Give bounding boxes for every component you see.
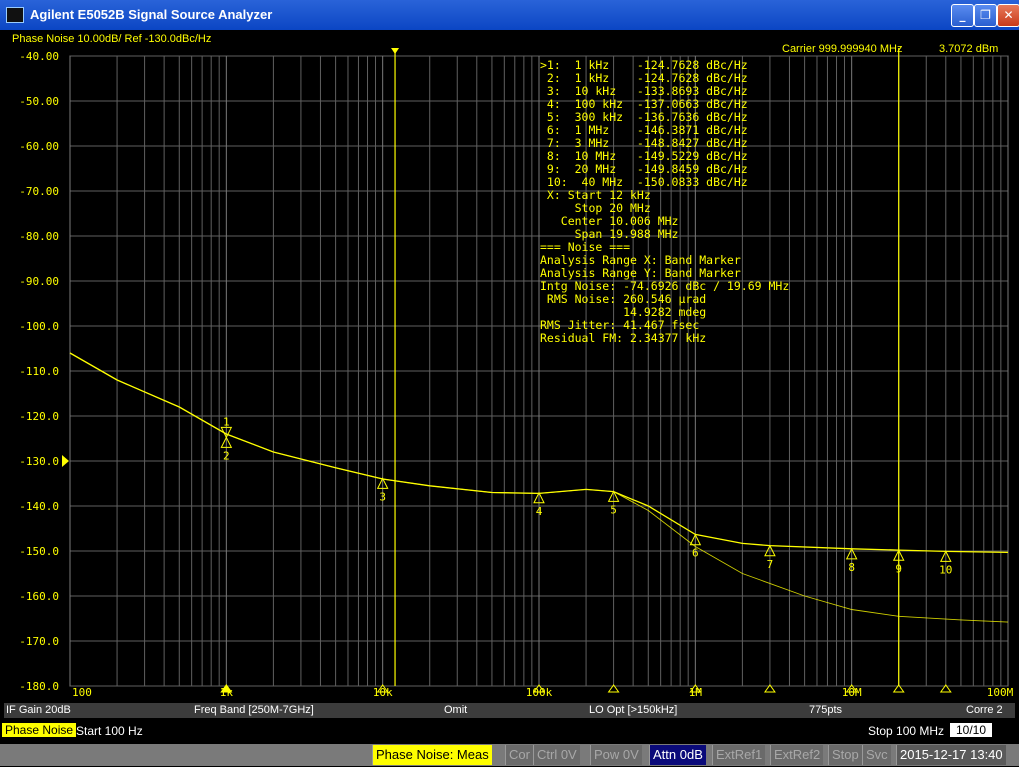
y-tick-label: -130.0 <box>19 455 59 468</box>
marker-readout-line: 2: 1 kHz -124.7628 dBc/Hz <box>540 71 748 85</box>
marker-readout-line: X: Start 12 kHz <box>540 188 651 202</box>
measurement-status: Phase Noise: Meas <box>372 745 492 765</box>
app-icon <box>6 7 24 23</box>
extref2-indicator: ExtRef2 <box>770 745 824 765</box>
marker-3-label: 3 <box>379 490 386 503</box>
close-button[interactable]: ✕ <box>997 4 1019 27</box>
marker-readout-line: 8: 10 MHz -149.5229 dBc/Hz <box>540 149 748 163</box>
start-frequency[interactable]: Start 100 Hz <box>76 724 143 738</box>
correlation-status[interactable]: Corre 2 <box>966 704 1003 716</box>
marker-readout-line: Stop 20 MHz <box>540 201 651 215</box>
minimize-button[interactable]: _ <box>951 4 974 27</box>
marker-readout-line: RMS Noise: 260.546 µrad <box>540 292 706 306</box>
marker-readout-line: 7: 3 MHz -148.8427 dBc/Hz <box>540 136 748 150</box>
band-start-flag <box>391 48 400 54</box>
marker-readout-line: >1: 1 kHz -124.7628 dBc/Hz <box>540 58 748 72</box>
marker-readout-line: Center 10.006 MHz <box>540 214 678 228</box>
marker-readout-line: 3: 10 kHz -133.8693 dBc/Hz <box>540 84 748 98</box>
sweep-status-bar: Phase Noise Start 100 Hz Stop 100 MHz 10… <box>0 722 1019 740</box>
marker-5-label: 5 <box>610 503 617 516</box>
marker-4-label: 4 <box>536 505 543 518</box>
cor-indicator: Cor <box>505 745 533 765</box>
y-tick-label: -180.0 <box>19 680 59 693</box>
y-tick-label: -80.00 <box>19 230 59 243</box>
y-tick-label: -160.0 <box>19 590 59 603</box>
y-tick-label: -140.0 <box>19 500 59 513</box>
instrument-status-bar: Phase Noise: Meas Cor Ctrl 0V Pow 0V Att… <box>0 744 1019 766</box>
reference-level-arrow <box>62 455 69 467</box>
marker-7-label: 7 <box>767 558 774 571</box>
extref1-indicator: ExtRef1 <box>712 745 766 765</box>
lo-opt-status[interactable]: LO Opt [>150kHz] <box>589 704 677 716</box>
x-tick-label: 100 <box>72 686 92 699</box>
phase-noise-chart[interactable]: -40.00 -50.00 -60.00 -70.00 -80.00 -90.00 -100… <box>0 40 1019 702</box>
window-title: Agilent E5052B Signal Source Analyzer <box>30 7 273 22</box>
power-voltage-indicator: Pow 0V <box>590 745 642 765</box>
marker-10-label: 10 <box>939 563 952 576</box>
marker-readout-line: Residual FM: 2.34377 kHz <box>540 331 706 345</box>
svc-indicator: Svc <box>862 745 891 765</box>
omit-status[interactable]: Omit <box>444 704 467 716</box>
marker-8-label: 8 <box>848 561 855 574</box>
y-tick-label: -170.0 <box>19 635 59 648</box>
marker-readout-line: 5: 300 kHz -136.7636 dBc/Hz <box>540 110 748 124</box>
stop-indicator: Stop <box>828 745 862 765</box>
stop-frequency[interactable]: Stop 100 MHz <box>868 724 944 738</box>
x-tick-label: 100M <box>987 686 1014 699</box>
y-tick-label: -50.00 <box>19 95 59 108</box>
settings-status-bar: IF Gain 20dB Freq Band [250M-7GHz] Omit … <box>4 703 1015 718</box>
marker-readout-line: 10: 40 MHz -150.0833 dBc/Hz <box>540 175 748 189</box>
marker-readout-line: Intg Noise: -74.6926 dBc / 19.69 MHz <box>540 279 789 293</box>
maximize-button[interactable]: ❐ <box>974 4 997 27</box>
marker-readout-line: Span 19.988 MHz <box>540 227 678 241</box>
freq-band-status[interactable]: Freq Band [250M-7GHz] <box>194 704 314 716</box>
active-trace-label[interactable]: Phase Noise <box>2 723 77 737</box>
points-status[interactable]: 775pts <box>809 704 842 716</box>
if-gain-status[interactable]: IF Gain 20dB <box>6 704 71 716</box>
marker-readout-line: Analysis Range Y: Band Marker <box>540 266 741 280</box>
marker-readout-line: Analysis Range X: Band Marker <box>540 253 741 267</box>
marker-9-label: 9 <box>895 562 902 575</box>
ctrl-voltage-indicator: Ctrl 0V <box>533 745 580 765</box>
y-tick-label: -100.0 <box>19 320 59 333</box>
y-tick-label: -60.00 <box>19 140 59 153</box>
marker-1-label: 1 <box>223 415 230 428</box>
marker-6-label: 6 <box>692 547 699 560</box>
page-indicator: 10/10 <box>950 723 993 737</box>
y-tick-label: -90.00 <box>19 275 59 288</box>
marker-readout-line: RMS Jitter: 41.467 fsec <box>540 318 699 332</box>
y-tick-label: -110.0 <box>19 365 59 378</box>
title-bar: Agilent E5052B Signal Source Analyzer _ … <box>0 0 1019 30</box>
marker-readout-line: 14.9282 mdeg <box>540 305 706 319</box>
marker-readout-line: 9: 20 MHz -149.8459 dBc/Hz <box>540 162 748 176</box>
y-tick-label: -40.00 <box>19 50 59 63</box>
marker-readout-line: 6: 1 MHz -146.3871 dBc/Hz <box>540 123 748 137</box>
marker-readout-line: 4: 100 kHz -137.0663 dBc/Hz <box>540 97 748 111</box>
date-time: 2015-12-17 13:40 <box>896 745 1006 765</box>
marker-2-label: 2 <box>223 449 230 462</box>
attenuation-indicator: Attn 0dB <box>649 745 706 765</box>
y-tick-label: -150.0 <box>19 545 59 558</box>
y-tick-label: -70.00 <box>19 185 59 198</box>
y-tick-label: -120.0 <box>19 410 59 423</box>
marker-readout-line: === Noise === <box>540 240 630 254</box>
